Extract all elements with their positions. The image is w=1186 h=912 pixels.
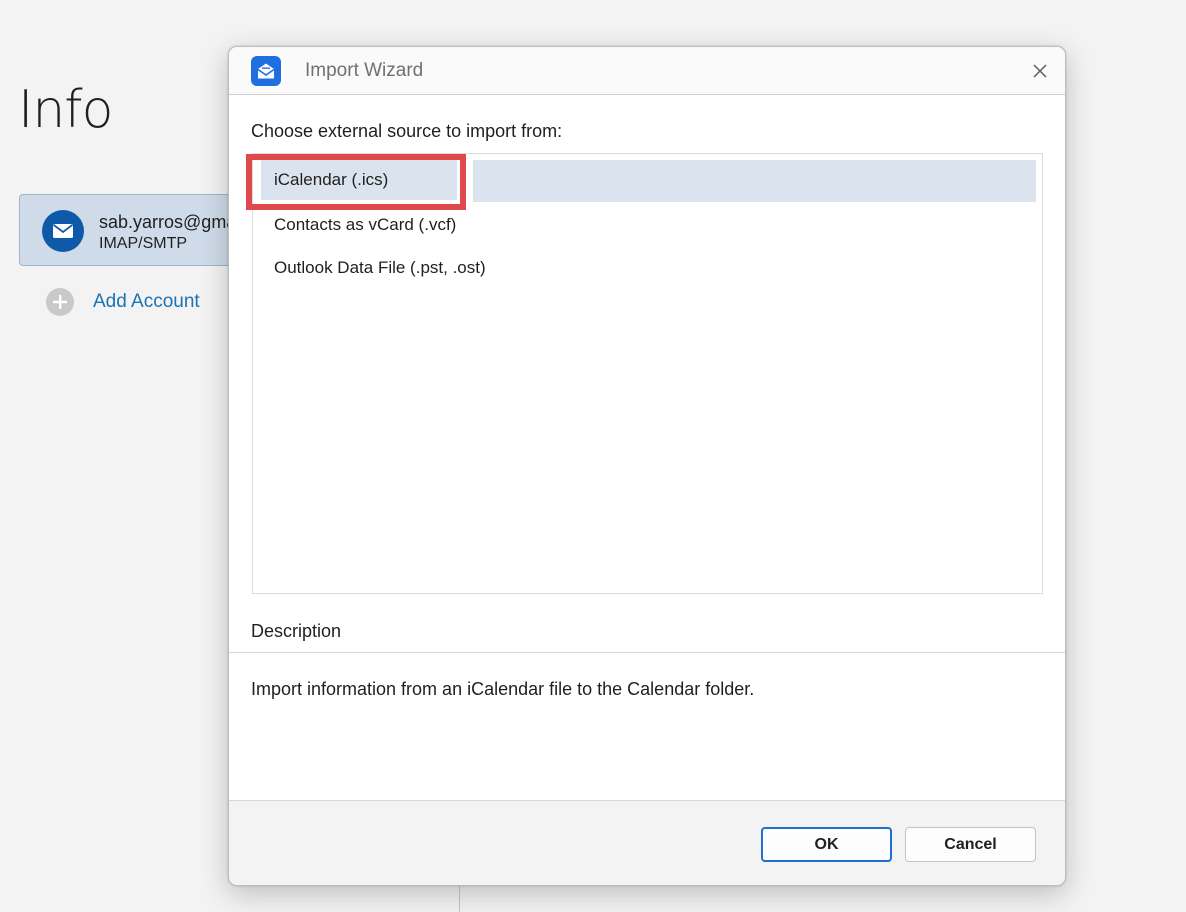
- add-account-label: Add Account: [93, 291, 200, 312]
- list-item-icalendar[interactable]: iCalendar (.ics): [261, 160, 457, 200]
- dialog-footer: OK Cancel: [229, 801, 1065, 885]
- close-icon: [1033, 64, 1047, 78]
- account-type: IMAP/SMTP: [99, 235, 188, 252]
- list-item-outlook-data-file[interactable]: Outlook Data File (.pst, .ost): [274, 248, 486, 288]
- ok-button[interactable]: OK: [761, 827, 892, 862]
- choose-source-label: Choose external source to import from:: [251, 121, 563, 141]
- add-account-button[interactable]: Add Account: [46, 288, 200, 316]
- selected-row-background: [473, 160, 1036, 202]
- description-area: Import information from an iCalendar fil…: [229, 652, 1065, 801]
- list-item-vcard[interactable]: Contacts as vCard (.vcf): [274, 205, 456, 245]
- envelope-open-icon: [251, 56, 281, 86]
- description-text: Import information from an iCalendar fil…: [251, 679, 755, 699]
- dialog-titlebar[interactable]: Import Wizard: [229, 47, 1065, 95]
- close-button[interactable]: [1025, 56, 1055, 86]
- mail-icon: [42, 210, 84, 252]
- dialog-title: Import Wizard: [305, 60, 424, 81]
- plus-circle-icon: [46, 288, 74, 316]
- cancel-button[interactable]: Cancel: [905, 827, 1036, 862]
- account-card[interactable]: sab.yarros@gmail.com IMAP/SMTP: [19, 194, 259, 266]
- import-source-list[interactable]: iCalendar (.ics) Contacts as vCard (.vcf…: [252, 153, 1043, 594]
- description-label: Description: [251, 621, 342, 641]
- import-wizard-dialog: Import Wizard Choose external source to …: [228, 46, 1066, 886]
- page-title: Info: [18, 80, 113, 140]
